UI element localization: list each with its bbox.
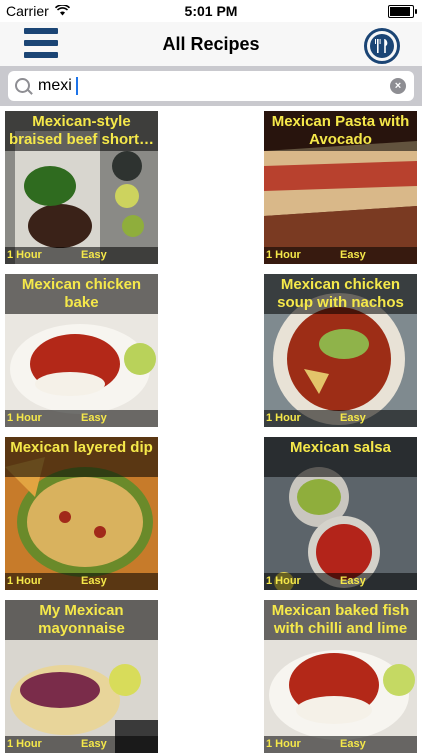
recipe-difficulty: Easy bbox=[340, 738, 366, 750]
recipe-title: Mexican chicken soup with nachos bbox=[264, 274, 417, 314]
search-icon bbox=[15, 78, 30, 93]
recipe-time: 1 Hour bbox=[266, 412, 301, 424]
recipe-difficulty: Easy bbox=[81, 249, 107, 261]
recipe-meta: 1 Hour Easy bbox=[264, 736, 417, 753]
recipe-title: Mexican baked fish with chilli and lime bbox=[264, 600, 417, 640]
utensils-glyph bbox=[370, 34, 394, 58]
battery-level bbox=[390, 6, 410, 16]
plate-fork-knife-icon[interactable] bbox=[364, 28, 400, 64]
recipe-meta: 1 Hour Easy bbox=[5, 736, 158, 753]
recipe-difficulty: Easy bbox=[81, 412, 107, 424]
recipe-time: 1 Hour bbox=[7, 738, 42, 750]
recipe-grid: Mexican-style braised beef short… 1 Hour… bbox=[0, 106, 422, 753]
recipe-time: 1 Hour bbox=[266, 249, 301, 261]
recipe-time: 1 Hour bbox=[7, 249, 42, 261]
battery-icon bbox=[388, 4, 417, 18]
status-bar: Carrier 5:01 PM bbox=[0, 0, 422, 22]
recipe-difficulty: Easy bbox=[340, 575, 366, 587]
recipe-difficulty: Easy bbox=[340, 249, 366, 261]
recipe-card[interactable]: Mexican salsa 1 Hour Easy bbox=[264, 437, 417, 590]
recipe-meta: 1 Hour Easy bbox=[264, 410, 417, 427]
recipe-title: Mexican salsa bbox=[264, 437, 417, 477]
recipe-card[interactable]: Mexican chicken soup with nachos 1 Hour E… bbox=[264, 274, 417, 427]
recipe-title: Mexican chicken bake bbox=[5, 274, 158, 314]
recipe-card[interactable]: My Mexican mayonnaise 1 Hour Easy bbox=[5, 600, 158, 753]
recipe-meta: 1 Hour Easy bbox=[264, 573, 417, 590]
page-title: All Recipes bbox=[162, 34, 260, 54]
search-field[interactable]: × bbox=[8, 71, 414, 101]
search-input[interactable] bbox=[38, 71, 378, 101]
recipe-meta: 1 Hour Easy bbox=[264, 247, 417, 264]
recipe-difficulty: Easy bbox=[340, 412, 366, 424]
navigation-bar: All Recipes bbox=[0, 22, 422, 66]
recipe-title: My Mexican mayonnaise bbox=[5, 600, 158, 640]
recipe-card[interactable]: Mexican-style braised beef short… 1 Hour… bbox=[5, 111, 158, 264]
clear-x-icon[interactable]: × bbox=[390, 78, 406, 94]
recipe-time: 1 Hour bbox=[7, 412, 42, 424]
recipe-card[interactable]: Mexican chicken bake 1 Hour Easy bbox=[5, 274, 158, 427]
status-time: 5:01 PM bbox=[184, 3, 238, 19]
recipe-meta: 1 Hour Easy bbox=[5, 410, 158, 427]
recipe-difficulty: Easy bbox=[81, 738, 107, 750]
text-cursor bbox=[76, 77, 78, 95]
recipe-title: Mexican layered dip bbox=[5, 437, 158, 477]
recipe-card[interactable]: Mexican layered dip 1 Hour Easy bbox=[5, 437, 158, 590]
recipe-title: Mexican Pasta with Avocado bbox=[264, 111, 417, 151]
recipe-card[interactable]: Mexican baked fish with chilli and lime … bbox=[264, 600, 417, 753]
recipe-title: Mexican-style braised beef short… bbox=[5, 111, 158, 151]
search-bar: × bbox=[0, 66, 422, 106]
recipe-time: 1 Hour bbox=[266, 575, 301, 587]
recipe-card[interactable]: Mexican Pasta with Avocado 1 Hour Easy bbox=[264, 111, 417, 264]
recipe-difficulty: Easy bbox=[81, 575, 107, 587]
recipe-meta: 1 Hour Easy bbox=[5, 573, 158, 590]
recipe-meta: 1 Hour Easy bbox=[5, 247, 158, 264]
recipe-time: 1 Hour bbox=[266, 738, 301, 750]
recipe-time: 1 Hour bbox=[7, 575, 42, 587]
